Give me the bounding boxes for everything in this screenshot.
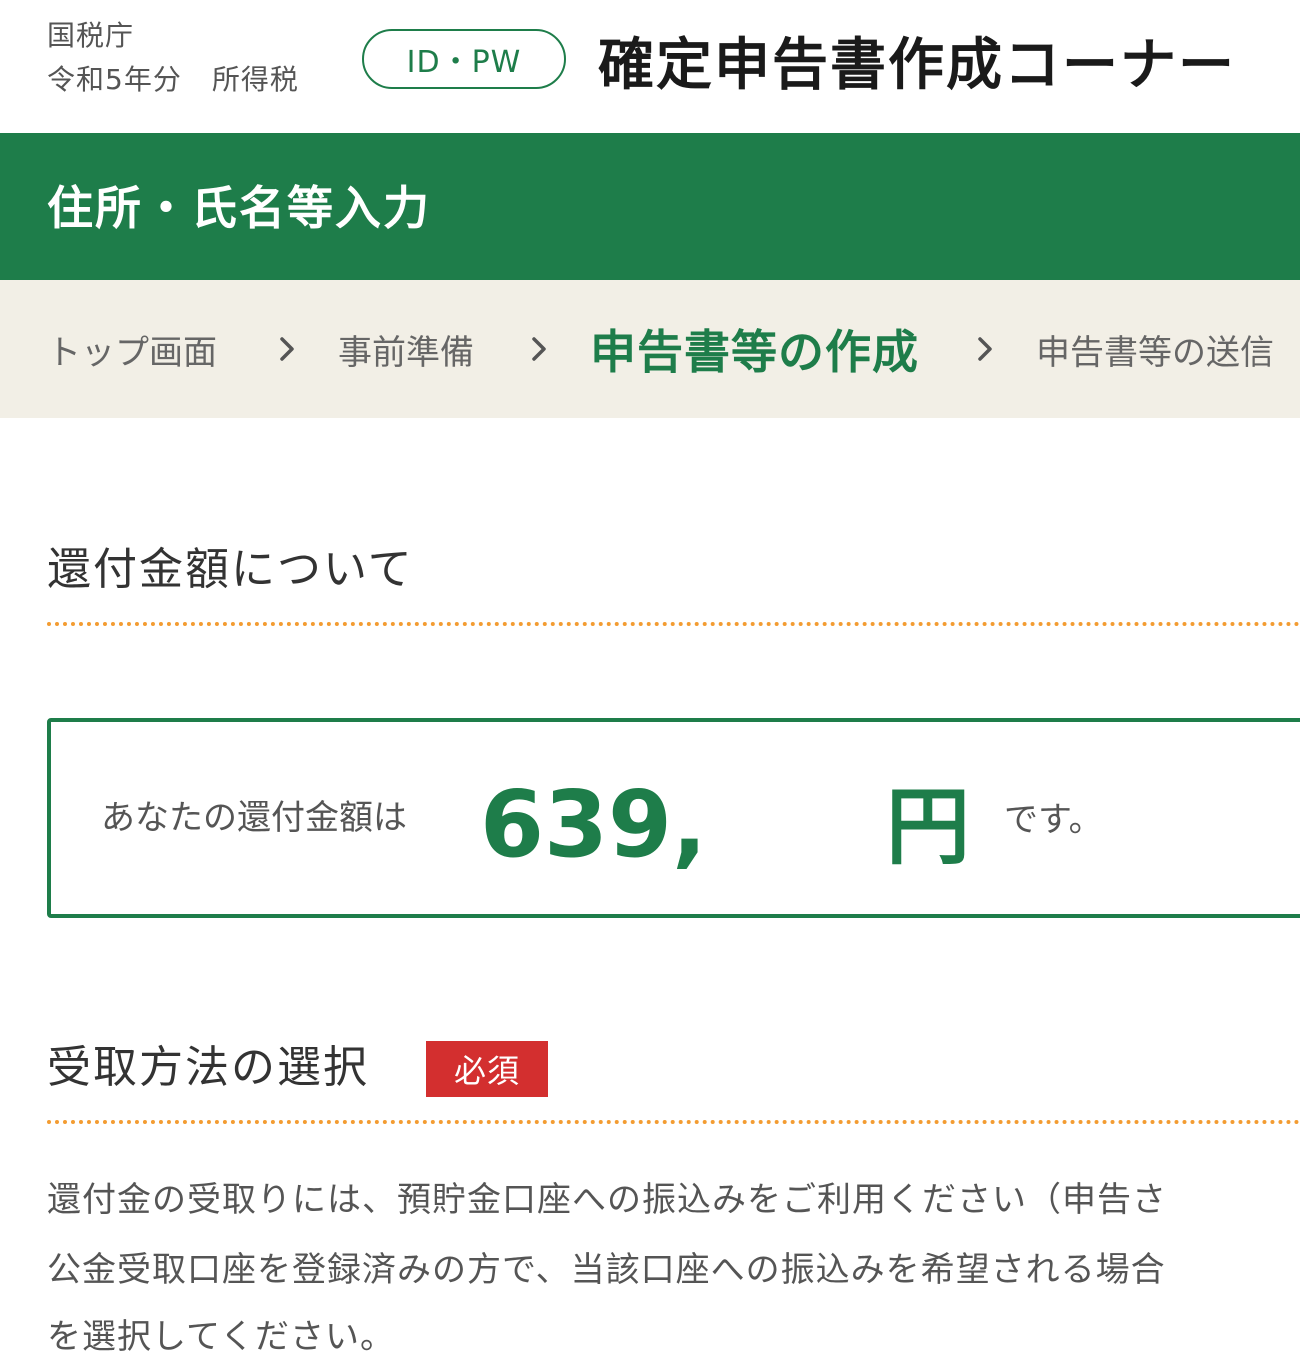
chevron-right-icon: [976, 280, 994, 418]
agency-name: 国税庁: [47, 19, 135, 52]
section-divider: [47, 622, 1300, 626]
tax-type: 所得税: [211, 63, 299, 96]
auth-method-badge: ID・PW: [362, 29, 566, 89]
chevron-right-icon: [278, 280, 296, 418]
required-badge: 必須: [426, 1041, 548, 1097]
receipt-method-heading: 受取方法の選択: [47, 1042, 369, 1093]
tax-info: 令和5年分 所得税: [47, 58, 299, 102]
breadcrumb: トップ画面 事前準備 申告書等の作成 申告書等の送信: [0, 280, 1300, 418]
chevron-right-icon: [530, 280, 548, 418]
site-header: 国税庁 令和5年分 所得税 ID・PW 確定申告書作成コーナー: [0, 0, 1300, 133]
refund-amount-unit: 円: [886, 778, 971, 876]
breadcrumb-item-create-current: 申告書等の作成: [590, 325, 919, 379]
refund-amount-label: あなたの還付金額は: [101, 798, 407, 838]
breadcrumb-item-top: トップ画面: [47, 332, 217, 373]
tax-year: 令和5年分: [47, 63, 182, 96]
section-divider: [47, 1120, 1300, 1124]
refund-amount-suffix: です。: [1004, 800, 1103, 840]
receipt-instruction-line: 還付金の受取りには、預貯金口座への振込みをご利用ください（申告さ: [47, 1180, 1167, 1220]
app-title: 確定申告書作成コーナー: [598, 33, 1236, 98]
refund-section-heading: 還付金額について: [47, 544, 414, 595]
breadcrumb-item-submit: 申告書等の送信: [1036, 332, 1274, 373]
refund-amount-value: 639,: [480, 771, 707, 878]
breadcrumb-item-preparation: 事前準備: [338, 332, 474, 373]
page-title: 住所・氏名等入力: [47, 181, 431, 235]
receipt-instruction-line: を選択してください。: [47, 1317, 395, 1357]
agency-info: 国税庁 令和5年分 所得税: [47, 14, 299, 102]
receipt-instruction-line: 公金受取口座を登録済みの方で、当該口座への振込みを希望される場合: [47, 1250, 1166, 1290]
